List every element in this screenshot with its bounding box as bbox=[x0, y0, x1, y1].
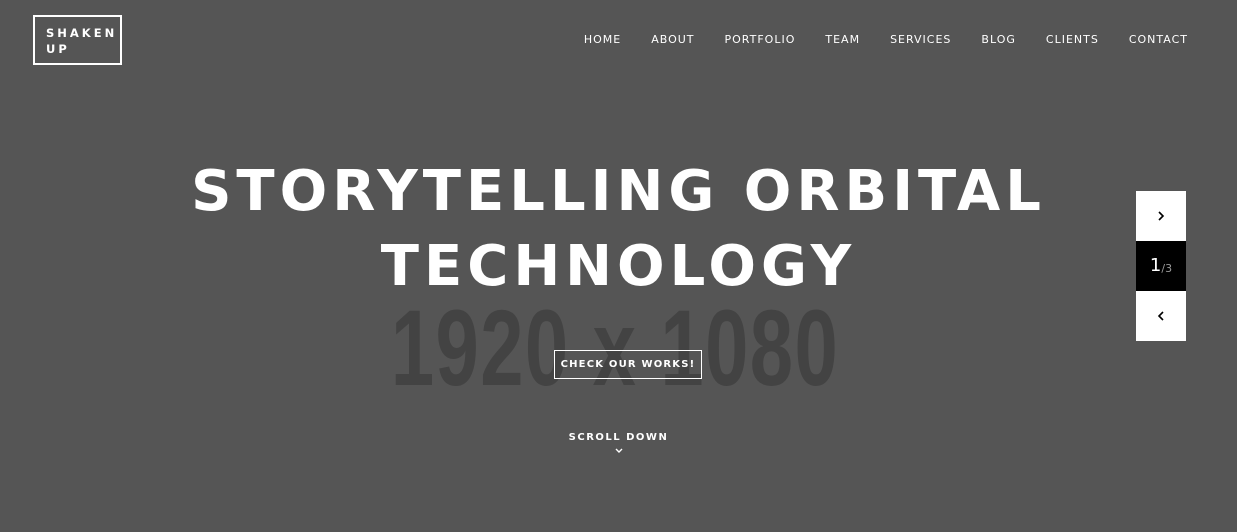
scroll-down-link[interactable]: SCROLL DOWN bbox=[0, 432, 1237, 456]
hero-headline: STORYTELLING ORBITAL TECHNOLOGY bbox=[0, 154, 1237, 304]
nav-item-services[interactable]: SERVICES bbox=[890, 33, 951, 47]
slide-current: 1 bbox=[1149, 255, 1162, 276]
slider-navigation: 1 / 3 bbox=[1136, 191, 1186, 341]
slider-next-button[interactable] bbox=[1136, 191, 1186, 241]
nav-item-contact[interactable]: CONTACT bbox=[1129, 33, 1188, 47]
check-our-works-button[interactable]: CHECK OUR WORKS! bbox=[554, 350, 702, 379]
nav-item-home[interactable]: HOME bbox=[584, 33, 621, 47]
main-nav: HOME ABOUT PORTFOLIO TEAM SERVICES BLOG … bbox=[554, 33, 1188, 47]
slide-total: 3 bbox=[1165, 262, 1173, 275]
chevron-right-icon bbox=[1158, 211, 1165, 221]
nav-item-portfolio[interactable]: PORTFOLIO bbox=[725, 33, 796, 47]
nav-item-blog[interactable]: BLOG bbox=[981, 33, 1015, 47]
hero-headline-line-2: TECHNOLOGY bbox=[380, 234, 857, 299]
logo-line-2: UP bbox=[46, 42, 70, 56]
placeholder-dimensions: 1920 x 1080 bbox=[390, 287, 840, 408]
hero-headline-line-1: STORYTELLING ORBITAL bbox=[191, 159, 1046, 224]
slide-counter: 1 / 3 bbox=[1136, 241, 1186, 291]
chevron-left-icon bbox=[1157, 311, 1164, 321]
nav-item-team[interactable]: TEAM bbox=[825, 33, 860, 47]
chevron-down-icon bbox=[615, 448, 622, 453]
nav-item-clients[interactable]: CLIENTS bbox=[1046, 33, 1099, 47]
scroll-down-label: SCROLL DOWN bbox=[568, 432, 669, 443]
slider-prev-button[interactable] bbox=[1136, 291, 1186, 341]
logo-line-1: SHAKEN bbox=[46, 26, 118, 40]
nav-item-about[interactable]: ABOUT bbox=[651, 33, 694, 47]
site-logo[interactable]: SHAKEN UP bbox=[33, 15, 122, 65]
